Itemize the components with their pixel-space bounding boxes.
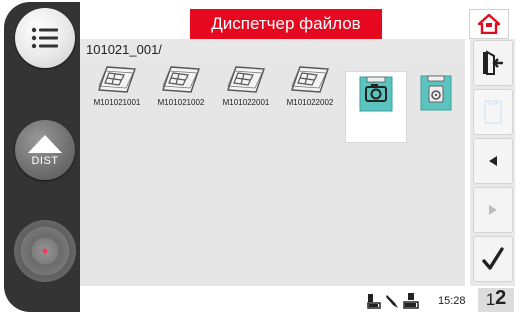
folder-item-disto[interactable] [412, 71, 460, 143]
folder-item-camera[interactable] [345, 71, 407, 143]
bluetooth-pen-icon [386, 295, 398, 308]
home-button[interactable] [469, 9, 509, 39]
file-browser: M101021001 M101021002 M101022001 M101022… [80, 61, 465, 286]
file-name: M101022002 [286, 98, 334, 107]
home-icon [478, 14, 500, 34]
page-indicator[interactable]: 1 2 [478, 286, 514, 312]
exit-button[interactable] [473, 40, 513, 86]
menu-button[interactable] [15, 8, 75, 68]
current-path: 101021_001/ [80, 39, 465, 61]
disto-folder-icon [420, 75, 452, 111]
arrow-right-icon [489, 205, 497, 215]
file-item[interactable]: M101021002 [150, 65, 212, 131]
file-name: M101021001 [93, 98, 141, 107]
dist-label: DIST [31, 154, 59, 167]
file-item[interactable]: M101022002 [279, 65, 341, 131]
image-file-icon [162, 66, 200, 93]
image-file-icon [227, 66, 265, 93]
list-menu-icon [31, 27, 58, 49]
device-battery-icon [367, 294, 381, 309]
file-item[interactable]: M101021001 [86, 65, 148, 131]
next-button[interactable] [473, 187, 513, 233]
triangle-up-icon [28, 134, 62, 153]
file-item[interactable]: M101022001 [215, 65, 277, 131]
measure-target-button[interactable] [14, 220, 76, 282]
page-title: Диспетчер файлов [190, 9, 382, 39]
file-name: M101022001 [222, 98, 270, 107]
folder-outline-icon [484, 100, 502, 124]
confirm-button[interactable] [473, 236, 513, 282]
checkmark-icon [482, 247, 504, 270]
image-file-icon [98, 66, 136, 93]
arrow-left-icon [489, 156, 497, 166]
image-file-icon [291, 66, 329, 93]
exit-icon [483, 50, 503, 75]
clock: 15:28 [438, 295, 466, 307]
disto-battery-icon [403, 293, 419, 309]
page-indicator-big: 2 [495, 286, 507, 309]
right-toolbar [470, 39, 515, 286]
folder-button[interactable] [473, 89, 513, 135]
previous-button[interactable] [473, 138, 513, 184]
dist-button[interactable]: DIST [15, 120, 75, 180]
status-bar: 15:28 [80, 288, 475, 314]
camera-folder-icon [359, 76, 393, 112]
page-indicator-small: 1 [485, 290, 496, 309]
file-name: M101021002 [157, 98, 205, 107]
left-rail: DIST [4, 2, 80, 312]
